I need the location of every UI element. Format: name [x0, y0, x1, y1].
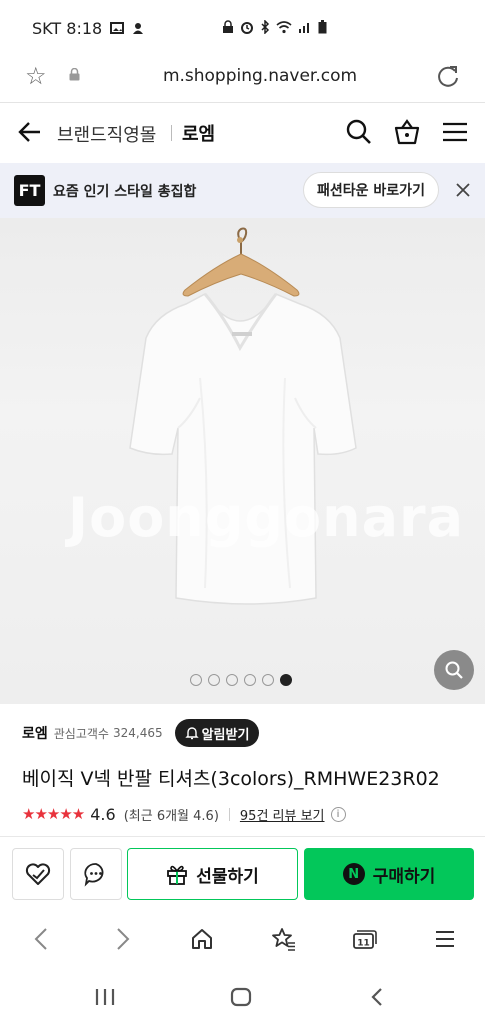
pagination-dot[interactable]: [244, 674, 256, 686]
system-back-icon[interactable]: [362, 984, 392, 1010]
close-icon[interactable]: [455, 182, 471, 198]
status-bar: SKT 8:18: [0, 0, 485, 56]
store-brand-name[interactable]: 로엠: [22, 723, 48, 743]
zoom-search-icon: [445, 661, 463, 679]
status-time: SKT 8:18: [32, 19, 144, 38]
pagination-dot[interactable]: [226, 674, 238, 686]
gallery-pagination: [190, 674, 292, 686]
system-home-icon[interactable]: [226, 984, 256, 1010]
gift-icon: [167, 865, 188, 885]
product-photo: [129, 227, 357, 605]
rating-score: 4.6: [90, 804, 116, 824]
naver-pay-badge: N: [342, 863, 365, 885]
like-button[interactable]: [12, 848, 64, 900]
rating-row: ★★★★★ 4.6 (최근 6개월 4.6) 95건 리뷰 보기 i: [22, 802, 346, 826]
svg-text:11: 11: [357, 939, 370, 949]
recent-rating: (최근 6개월 4.6): [123, 808, 219, 824]
heart-check-icon: [25, 863, 51, 885]
buy-label: 구매하기: [372, 866, 436, 887]
purchase-action-bar: 선물하기 N 구매하기: [0, 848, 485, 900]
pagination-dot[interactable]: [208, 674, 220, 686]
back-arrow-icon[interactable]: [16, 118, 44, 146]
info-icon[interactable]: i: [330, 806, 346, 822]
brand-name-link[interactable]: 로엠: [182, 120, 215, 146]
gallery-notification-icon: [110, 22, 125, 34]
bookmarks-icon[interactable]: [268, 924, 298, 954]
bell-plus-icon: [184, 727, 199, 740]
system-navigation-bar: [0, 972, 485, 1024]
home-icon[interactable]: [187, 924, 217, 954]
fashion-town-button[interactable]: 패션타운 바로가기: [303, 172, 439, 208]
browser-toolbar: 11: [0, 916, 485, 962]
wifi-icon: [276, 21, 292, 34]
rating-separator: [228, 807, 230, 821]
signal-icon: [299, 23, 309, 33]
browser-address-bar: ☆ m.shopping.naver.com: [0, 56, 485, 102]
browser-menu-icon[interactable]: [430, 924, 460, 954]
search-icon[interactable]: [344, 117, 374, 147]
followers-label: 관심고객수: [53, 726, 109, 741]
alarm-status-icon: [241, 22, 253, 34]
product-image-gallery[interactable]: Joonggonara: [0, 218, 485, 704]
notification-subscribe-button[interactable]: 알림받기: [174, 719, 260, 747]
system-status-icons: [222, 20, 327, 34]
product-title: 베이직 V넥 반팔 티셔츠(3colors)_RMHWE23R02: [22, 768, 440, 790]
star-rating: ★★★★★: [22, 805, 85, 823]
app-notification-icon: [133, 23, 144, 34]
chat-bubble-icon: [84, 863, 104, 887]
followers-count: 324,465: [112, 726, 163, 740]
review-link[interactable]: 95건 리뷰 보기: [240, 805, 325, 824]
watermark: Joonggonara: [68, 486, 465, 549]
promo-banner: FT 요즘 인기 스타일 총집합 패션타운 바로가기: [0, 163, 485, 218]
pagination-dot[interactable]: [190, 674, 202, 686]
brand-info-row: 로엠 관심고객수 324,465 알림받기: [22, 718, 260, 748]
browser-back-icon[interactable]: [26, 924, 56, 954]
pagination-dot[interactable]: [262, 674, 274, 686]
browser-forward-icon[interactable]: [108, 924, 138, 954]
lock-status-icon: [223, 20, 233, 33]
fashion-town-logo: FT: [14, 175, 45, 206]
recent-apps-icon[interactable]: [90, 984, 120, 1010]
alarm-label: 알림받기: [201, 727, 250, 743]
bluetooth-icon: [261, 20, 270, 34]
header-separator: [171, 125, 172, 141]
carrier-time: SKT 8:18: [32, 18, 103, 38]
tabs-icon[interactable]: 11: [349, 924, 379, 954]
url-text[interactable]: m.shopping.naver.com: [0, 66, 485, 86]
hamburger-menu-icon[interactable]: [440, 117, 470, 147]
gift-button[interactable]: 선물하기: [127, 848, 298, 900]
pagination-dot-active[interactable]: [280, 674, 292, 686]
promo-text: 요즘 인기 스타일 총집합: [53, 184, 197, 200]
buy-button[interactable]: N 구매하기: [304, 848, 474, 900]
brand-mall-link[interactable]: 브랜드직영몰: [57, 121, 156, 147]
site-header: 브랜드직영몰 로엠: [0, 103, 485, 163]
zoom-button[interactable]: [434, 650, 474, 690]
reload-icon[interactable]: [435, 64, 461, 90]
gift-label: 선물하기: [196, 866, 259, 887]
talk-button[interactable]: [70, 848, 122, 900]
battery-icon: [318, 20, 327, 34]
shopping-bag-icon[interactable]: [392, 117, 422, 147]
divider: [0, 836, 485, 837]
